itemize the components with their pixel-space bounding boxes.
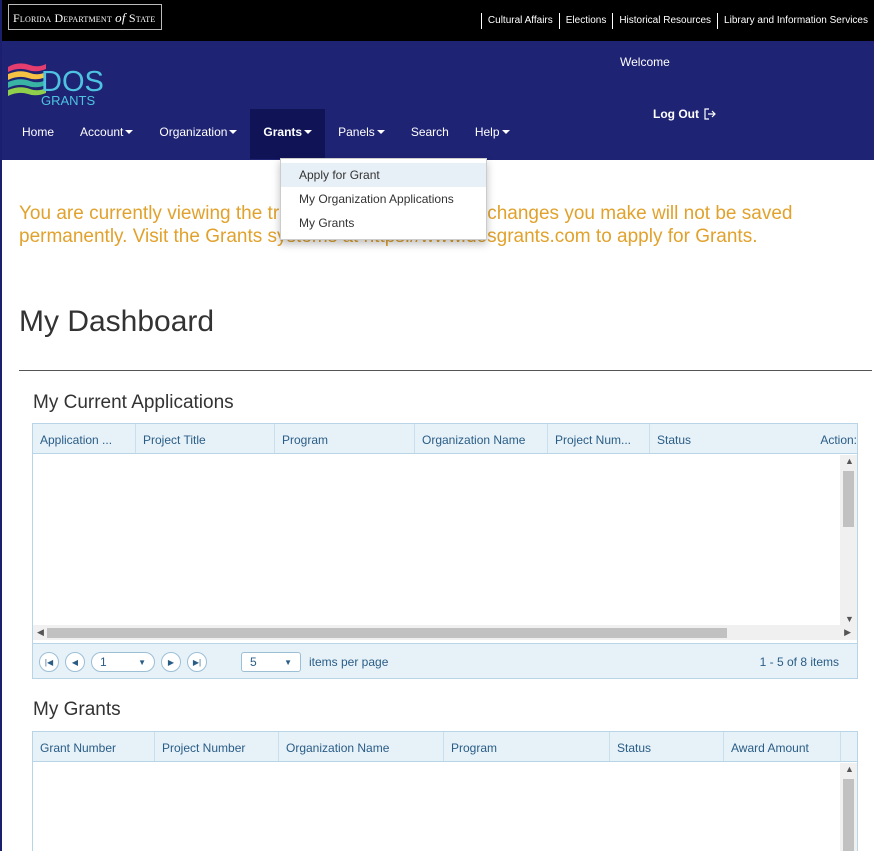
nav-organization[interactable]: Organization (146, 109, 250, 159)
previous-page-icon[interactable]: ◀ (65, 652, 85, 672)
divider (19, 370, 872, 371)
my-grants-grid: Grant Number Project Number Organization… (32, 731, 858, 851)
menu-item-my-organization-applications[interactable]: My Organization Applications (281, 187, 486, 211)
next-page-icon[interactable]: ▶ (161, 652, 181, 672)
cultural-affairs-link[interactable]: Cultural Affairs (480, 13, 559, 29)
nav-account[interactable]: Account (67, 109, 146, 159)
site-header: DOS GRANTS Welcome Log Out Home Account … (0, 41, 874, 160)
scroll-up-icon[interactable]: ▲ (845, 764, 854, 774)
current-applications-heading: My Current Applications (33, 392, 234, 413)
column-grant-number[interactable]: Grant Number (33, 732, 155, 761)
historical-resources-link[interactable]: Historical Resources (612, 13, 717, 29)
dropdown-arrow-icon: ▼ (138, 657, 146, 667)
state-topbar: Florida Department of State Cultural Aff… (0, 0, 874, 41)
scrollbar-thumb[interactable] (843, 471, 854, 527)
svg-text:GRANTS: GRANTS (41, 93, 96, 108)
caret-down-icon (376, 130, 385, 134)
window-left-edge (0, 0, 2, 851)
column-program[interactable]: Program (275, 424, 415, 453)
menu-item-my-grants[interactable]: My Grants (281, 211, 486, 235)
grid-header: Grant Number Project Number Organization… (33, 732, 857, 762)
column-award-amount[interactable]: Award Amount (724, 732, 841, 761)
column-application[interactable]: Application ... (33, 424, 136, 453)
nav-help[interactable]: Help (462, 109, 523, 159)
vertical-scrollbar[interactable]: ▲ (840, 763, 857, 851)
scrollbar-thumb[interactable] (843, 779, 854, 851)
column-organization-name[interactable]: Organization Name (415, 424, 548, 453)
nav-search[interactable]: Search (398, 109, 462, 159)
menu-item-apply-for-grant[interactable]: Apply for Grant (281, 163, 486, 187)
column-project-number[interactable]: Project Num... (548, 424, 650, 453)
scroll-up-icon[interactable]: ▲ (845, 456, 854, 466)
page-number-select[interactable]: 1 ▼ (91, 652, 155, 672)
logout-icon (704, 108, 716, 120)
vertical-scrollbar[interactable]: ▲ ▼ (840, 455, 857, 625)
scroll-down-icon[interactable]: ▼ (845, 614, 854, 624)
welcome-text: Welcome (620, 55, 670, 69)
page-size-select[interactable]: 5 ▼ (241, 652, 301, 672)
grid-pager: |◀ ◀ 1 ▼ ▶ ▶| 5 ▼ items per page 1 - 5 of … (33, 643, 857, 678)
dos-grants-logo[interactable]: DOS GRANTS (8, 55, 138, 115)
first-page-icon[interactable]: |◀ (39, 652, 59, 672)
page-title: My Dashboard (19, 305, 215, 338)
column-program[interactable]: Program (444, 732, 610, 761)
caret-down-icon (229, 130, 238, 134)
dropdown-arrow-icon: ▼ (284, 657, 292, 667)
scroll-left-icon[interactable]: ◀ (37, 627, 44, 638)
nav-home[interactable]: Home (0, 109, 67, 159)
scrollbar-thumb[interactable] (47, 628, 727, 638)
nav-grants[interactable]: Grants (250, 109, 326, 159)
items-per-page-label: items per page (309, 655, 389, 669)
my-grants-heading: My Grants (33, 699, 121, 720)
column-status[interactable]: Status (610, 732, 724, 761)
column-project-title[interactable]: Project Title (136, 424, 275, 453)
elections-link[interactable]: Elections (558, 13, 613, 29)
nav-panels[interactable]: Panels (325, 109, 398, 159)
grid-header: Application ... Project Title Program Or… (33, 424, 857, 454)
column-project-number[interactable]: Project Number (155, 732, 279, 761)
main-nav: Home Account Organization Grants Panels … (0, 109, 523, 159)
florida-department-of-state-link[interactable]: Florida Department of State (8, 4, 163, 30)
column-actions[interactable]: Action: (786, 424, 857, 453)
column-organization-name[interactable]: Organization Name (279, 732, 444, 761)
current-applications-grid: Application ... Project Title Program Or… (32, 423, 858, 679)
pager-summary: 1 - 5 of 8 items (759, 655, 839, 669)
caret-down-icon (125, 130, 134, 134)
last-page-icon[interactable]: ▶| (187, 652, 207, 672)
scroll-right-icon[interactable]: ▶ (844, 627, 851, 638)
caret-down-icon (501, 130, 510, 134)
logout-link[interactable]: Log Out (653, 107, 716, 121)
horizontal-scrollbar[interactable]: ◀ ▶ (33, 625, 857, 640)
caret-down-icon (304, 130, 313, 134)
grants-dropdown-menu: Apply for Grant My Organization Applicat… (280, 158, 487, 240)
column-status[interactable]: Status (650, 424, 786, 453)
column-spacer (841, 732, 857, 761)
agency-links: Cultural Affairs Elections Historical Re… (480, 13, 874, 29)
library-information-services-link[interactable]: Library and Information Services (717, 13, 874, 29)
